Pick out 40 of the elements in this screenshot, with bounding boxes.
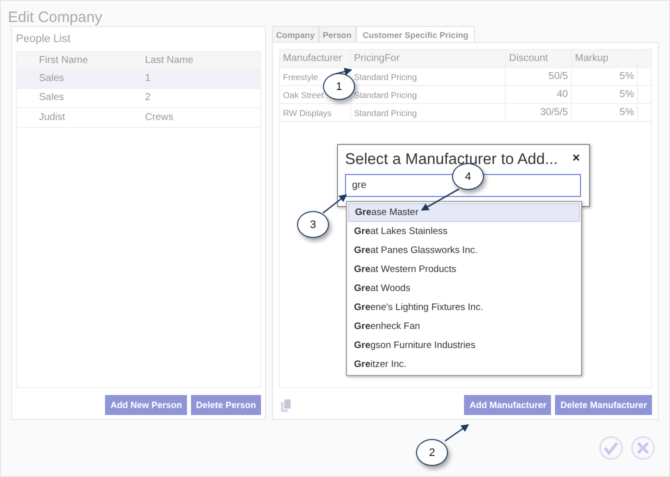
- table-cell: RW Displays: [280, 104, 351, 121]
- table-cell: 5%: [572, 68, 638, 85]
- table-cell: 5%: [572, 86, 638, 103]
- callout-arrow: [444, 424, 470, 442]
- panel-title: People List: [16, 32, 72, 47]
- copy-icon[interactable]: [281, 398, 292, 412]
- suggestion-item[interactable]: Grease Master: [348, 203, 580, 222]
- table-cell-text: 1: [145, 72, 152, 84]
- callout-arrow: [420, 188, 460, 211]
- suggestion-item[interactable]: Greitzer Inc.: [348, 355, 580, 374]
- suggestion-item[interactable]: Greene's Lighting Fixtures Inc.: [348, 298, 580, 317]
- table-cell: 40: [506, 86, 572, 103]
- callout-arrow: [334, 68, 352, 76]
- suggestion-item[interactable]: Great Lakes Stainless: [348, 222, 580, 241]
- table-cell-text: Sales: [39, 72, 66, 84]
- window-title: Edit Company: [7, 8, 104, 26]
- column-header: Markup: [572, 50, 638, 67]
- suggestion-item[interactable]: Great Western Products: [348, 260, 580, 279]
- column-header: First Name: [39, 54, 89, 66]
- table-cell-text: Judist: [39, 112, 66, 123]
- confirm-icon[interactable]: [599, 436, 623, 460]
- column-header: Manufacturer: [280, 50, 351, 67]
- callout-arrow: [322, 194, 348, 214]
- table-cell-text: Sales: [39, 92, 66, 104]
- table-cell: 50/5: [506, 68, 572, 85]
- column-header: PricingFor: [351, 50, 506, 67]
- suggestion-item[interactable]: Greenheck Fan: [348, 317, 580, 336]
- suggestion-item[interactable]: Great Panes Glassworks Inc.: [348, 241, 580, 260]
- close-icon[interactable]: [631, 436, 655, 460]
- column-header: Discount: [506, 50, 572, 67]
- table-cell: 5%: [572, 104, 638, 121]
- suggestion-item[interactable]: Great Woods: [348, 279, 580, 298]
- table-cell: 30/5/5: [506, 104, 572, 121]
- callout-bubble: 2: [416, 439, 448, 466]
- table-cell: Standard Pricing: [351, 104, 506, 121]
- close-button[interactable]: ×: [570, 151, 582, 164]
- table-cell-text: Crews: [145, 112, 174, 123]
- column-header: Last Name: [145, 54, 194, 66]
- suggestion-item[interactable]: Gregson Furniture Industries: [348, 336, 580, 355]
- table-cell-text: 2: [145, 92, 152, 104]
